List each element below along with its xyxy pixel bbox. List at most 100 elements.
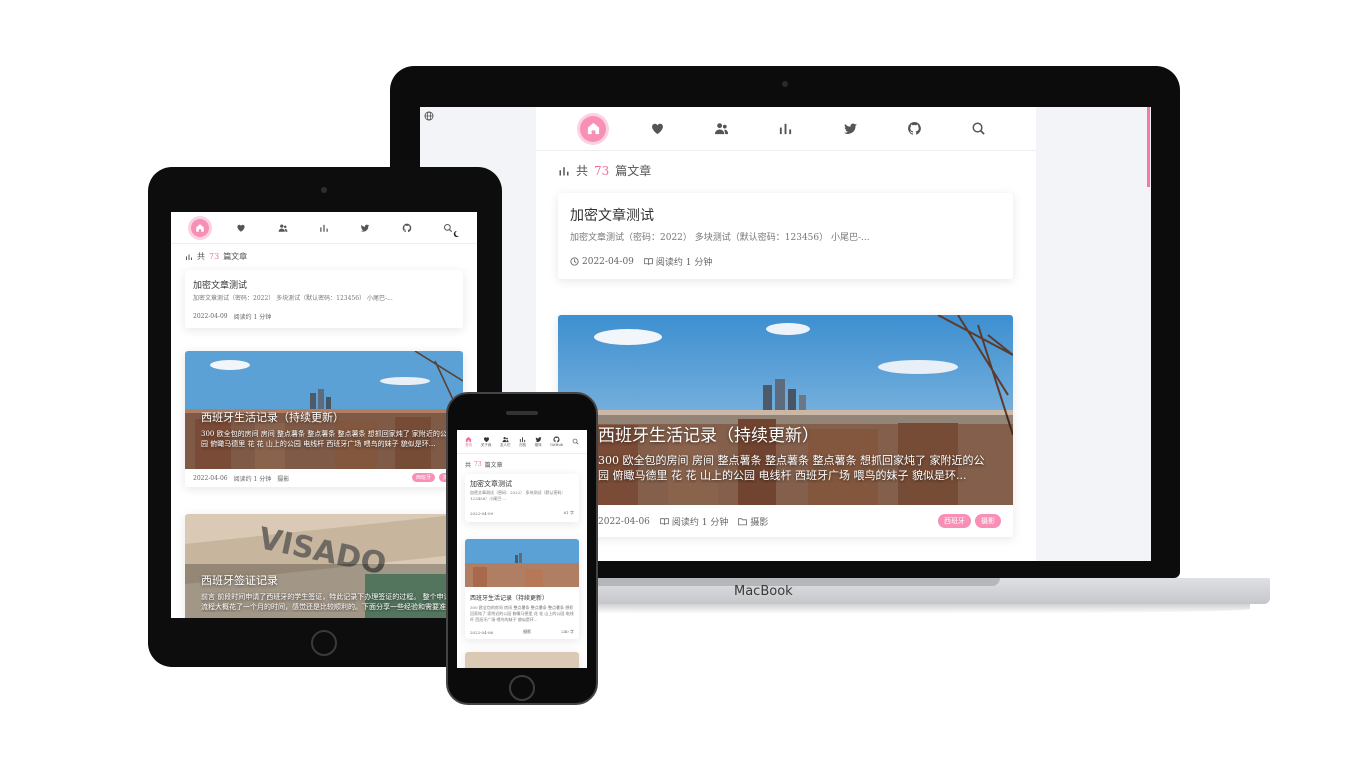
nav-heart-button[interactable] <box>644 116 670 142</box>
date-text: 2022-04-09 <box>193 313 228 320</box>
read-time-text: 阅读约 1 分钟 <box>655 258 713 268</box>
dark-mode-toggle[interactable] <box>452 223 470 241</box>
users-icon <box>278 224 288 232</box>
nav-search-button[interactable] <box>572 438 579 445</box>
nav-heart-button[interactable]: 关于我 <box>481 436 491 448</box>
read-time-text: 阅读约 1 分钟 <box>233 314 272 321</box>
nav-label: 归档 <box>519 442 527 447</box>
scrollbar[interactable] <box>1147 107 1150 187</box>
date-text: 2022-04-06 <box>193 475 228 482</box>
phone-home-button[interactable] <box>509 675 535 701</box>
tag-photography[interactable]: 摄影 <box>975 514 1001 528</box>
post-date: 2022-04-09 <box>193 313 228 320</box>
nav-label: 推特 <box>534 442 542 447</box>
count-number: 73 <box>209 252 220 261</box>
category-text[interactable]: 摄影 <box>523 629 531 635</box>
bar-chart-icon <box>320 224 328 232</box>
post-card-encrypted[interactable]: 加密文章测试 加密文章测试（密码：2022） 多块测试（默认密码：123456）… <box>185 270 463 328</box>
nav-bar-chart-button[interactable]: 归档 <box>519 436 526 448</box>
date-text: 2022-04-09 <box>470 510 494 516</box>
home-icon <box>196 223 204 232</box>
post-card-spain-life[interactable]: 西班牙生活记录（持续更新） 300 欧全包的房间 房间 整点薯条 整点薯条 整点… <box>465 539 579 639</box>
nav-bar-chart-button[interactable] <box>773 116 799 142</box>
post-meta: 2022-04-09 阅读约 1 分钟 <box>570 255 712 268</box>
tablet-screen: 共 73 篇文章 加密文章测试 加密文章测试（密码：2022） 多块测试（默认密… <box>171 212 477 618</box>
post-title[interactable]: 西班牙生活记录（持续更新） <box>598 421 819 446</box>
tag-spain[interactable]: 西班牙 <box>938 514 971 528</box>
blog-page: 首页 关于我 友人们 归档 推特 GitHub 共 73 篇文章 加密文章测试 加密文章测… <box>457 430 587 668</box>
tag-spain[interactable]: 西班牙 <box>411 473 435 482</box>
post-card-spain-life[interactable]: 西班牙生活记录（持续更新） 300 欧全包的房间 房间 整点薯条 整点薯条 整点… <box>558 315 1013 537</box>
date-text: 2022-04-09 <box>582 256 634 267</box>
post-category[interactable]: 摄影 <box>738 515 768 528</box>
post-excerpt: 300 欧全包的房间 房间 整点薯条 整点薯条 整点薯条 想抓回家炖了 家附近的… <box>201 430 447 448</box>
post-cover-image[interactable]: 西班牙生活记录（持续更新） 300 欧全包的房间 房间 整点薯条 整点薯条 整点… <box>558 315 1013 505</box>
post-read-time: 阅读约 1 分钟 <box>644 255 712 268</box>
nav-home-button[interactable] <box>191 218 209 237</box>
count-prefix: 共 <box>576 164 589 178</box>
tablet-home-button[interactable] <box>311 630 337 656</box>
nav-home-button[interactable] <box>580 115 606 142</box>
post-cover-image[interactable] <box>465 539 579 587</box>
post-card-encrypted[interactable]: 加密文章测试 加密文章测试（密码：2022） 多块测试（默认密码：123456）… <box>465 474 579 522</box>
post-date: 2022-04-06 <box>598 517 650 527</box>
book-icon <box>660 518 669 525</box>
twitter-icon <box>535 436 542 442</box>
phone-screen: 首页 关于我 友人们 归档 推特 GitHub 共 73 篇文章 加密文章测试 加密文章测… <box>457 430 587 668</box>
blog-page: 共 73 篇文章 加密文章测试 加密文章测试（密码：2022） 多块测试（默认密… <box>171 212 477 618</box>
nav-github-button[interactable] <box>902 116 928 142</box>
top-nav <box>536 107 1036 151</box>
blog-page: 共 73 篇文章 加密文章测试 加密文章测试（密码：2022） 多块测试（默认密… <box>536 107 1036 561</box>
nav-bar-chart-button[interactable] <box>315 219 333 237</box>
post-cover-image[interactable]: 西班牙生活记录（持续更新） 300 欧全包的房间 房间 整点薯条 整点薯条 整点… <box>185 351 463 469</box>
nav-users-button[interactable]: 友人们 <box>499 436 511 448</box>
globe-icon[interactable] <box>424 111 434 121</box>
post-meta: 2022-04-06 阅读约 1 分钟 摄影 <box>598 515 768 529</box>
nav-github-button[interactable] <box>398 219 416 237</box>
word-count: 240 字 <box>561 629 574 634</box>
nav-heart-button[interactable] <box>232 219 250 237</box>
nav-users-button[interactable] <box>274 219 292 237</box>
post-title[interactable]: 加密文章测试 <box>193 278 247 291</box>
post-excerpt: 300 欧全包的房间 房间 整点薯条 整点薯条 整点薯条 想抓回家炖了 家附近的… <box>470 605 574 622</box>
post-title[interactable]: 西班牙签证记录 <box>201 572 278 588</box>
read-time-text: 阅读约 1 分钟 <box>233 476 272 483</box>
category-text[interactable]: 摄影 <box>277 474 289 483</box>
post-card-visa[interactable] <box>465 652 579 668</box>
nav-label: 友人们 <box>499 442 511 447</box>
nav-label: GitHub <box>550 443 564 447</box>
post-card-spain-life[interactable]: 西班牙生活记录（持续更新） 300 欧全包的房间 房间 整点薯条 整点薯条 整点… <box>185 351 463 487</box>
post-title[interactable]: 西班牙生活记录（持续更新） <box>201 409 344 425</box>
category-text[interactable]: 摄影 <box>750 515 768 528</box>
post-title[interactable]: 加密文章测试 <box>570 205 654 225</box>
nav-twitter-button[interactable]: 推特 <box>535 436 542 448</box>
post-meta: 2022-04-06 摄影 240 字 <box>470 629 574 635</box>
webcam <box>782 81 788 87</box>
nav-users-button[interactable] <box>709 116 735 142</box>
post-title[interactable]: 西班牙生活记录（持续更新） <box>470 593 548 602</box>
book-icon <box>644 258 653 265</box>
heart-icon <box>483 436 489 442</box>
nav-label: 首页 <box>465 442 473 447</box>
post-excerpt: 加密文章测试（密码：2022） 多块测试（默认密码：123456） 小尾巴-..… <box>193 295 393 302</box>
post-cover-image[interactable]: VISADO 西班牙签证记录 前言 前段时间申请了西班牙的学生签证，特此记录下办… <box>185 514 463 618</box>
post-date: 2022-04-06 <box>193 475 228 482</box>
nav-search-button[interactable] <box>966 116 992 142</box>
post-category[interactable]: 摄影 <box>277 474 289 483</box>
nav-twitter-button[interactable] <box>356 219 374 237</box>
tablet-camera <box>321 187 327 193</box>
twitter-icon <box>843 123 857 134</box>
home-icon <box>587 122 599 135</box>
nav-home-button[interactable]: 首页 <box>465 436 472 448</box>
post-card-encrypted[interactable]: 加密文章测试 加密文章测试（密码：2022） 多块测试（默认密码：123456）… <box>558 193 1013 279</box>
users-icon <box>502 436 509 442</box>
bar-chart-icon <box>186 254 192 260</box>
post-excerpt: 加密文章测试（密码：2022） 多块测试（默认密码：123456）小尾巴-... <box>470 490 566 501</box>
nav-twitter-button[interactable] <box>837 116 863 142</box>
nav-github-button[interactable]: GitHub <box>550 436 563 447</box>
post-read-time: 阅读约 1 分钟 <box>234 312 272 321</box>
post-card-visa[interactable]: VISADO 西班牙签证记录 前言 前段时间申请了西班牙的学生签证，特此记录下办… <box>185 514 463 618</box>
post-tags: 西班牙 摄影 <box>934 514 1001 528</box>
post-title[interactable]: 加密文章测试 <box>470 479 512 489</box>
github-icon <box>908 121 922 135</box>
